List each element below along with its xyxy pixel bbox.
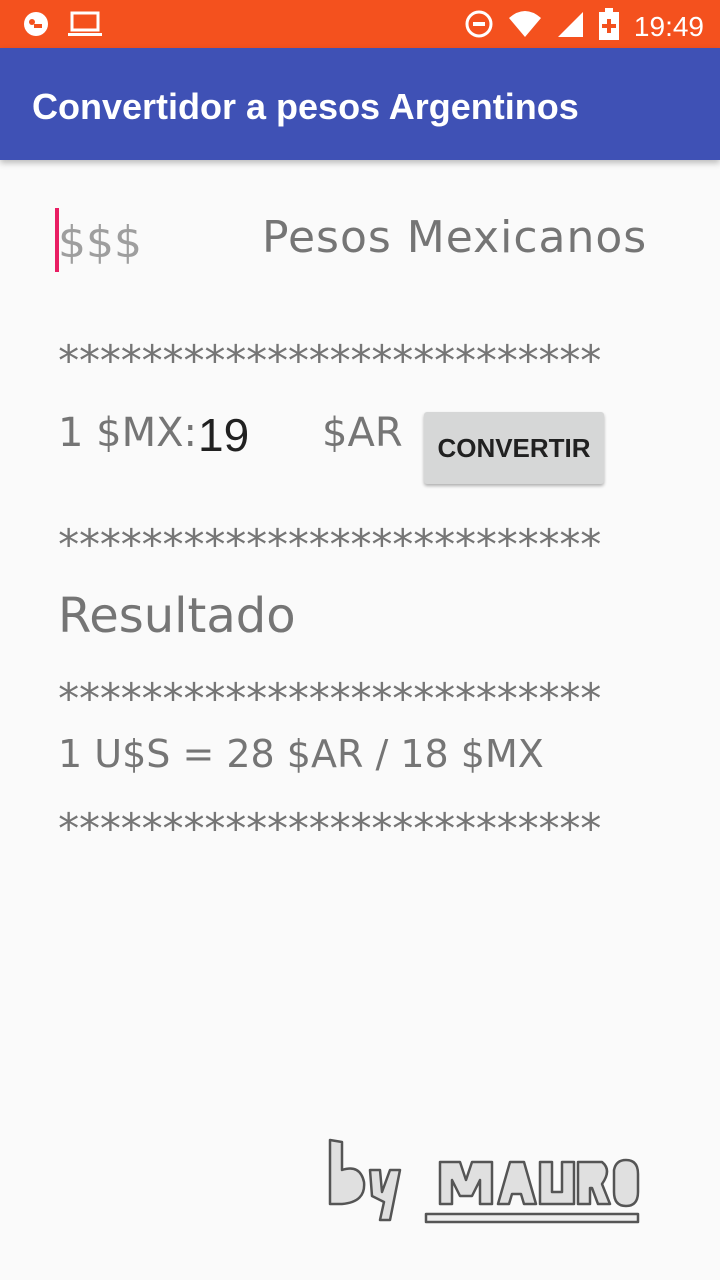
app-title: Convertidor a pesos Argentinos [32,86,579,127]
status-bar: 19:49 [0,0,720,48]
separator-2: ************************** [56,520,603,569]
signature-logo [320,1130,650,1235]
separator-4: ************************** [56,804,603,853]
result-text: Resultado [58,588,296,644]
cell-signal-icon [556,10,584,43]
clock: 19:49 [633,10,704,42]
app-bar: Convertidor a pesos Argentinos [0,48,720,160]
target-currency-label: $AR [322,410,403,456]
wifi-icon [508,10,542,43]
convert-button[interactable]: CONVERTIR [424,412,604,484]
do-not-disturb-icon [464,9,494,44]
laptop-icon [68,10,102,43]
rate-value: 19 [198,409,250,461]
separator-3: ************************** [56,674,603,723]
app-notification-icon [22,10,50,43]
separator-1: ************************** [56,336,603,385]
amount-input[interactable] [58,214,208,270]
rate-label: 1 $MX: [58,410,198,456]
exchange-rate-note: 1 U$S = 28 $AR / 18 $MX [58,732,544,776]
battery-icon [598,8,620,45]
currency-label: Pesos Mexicanos [262,212,648,263]
